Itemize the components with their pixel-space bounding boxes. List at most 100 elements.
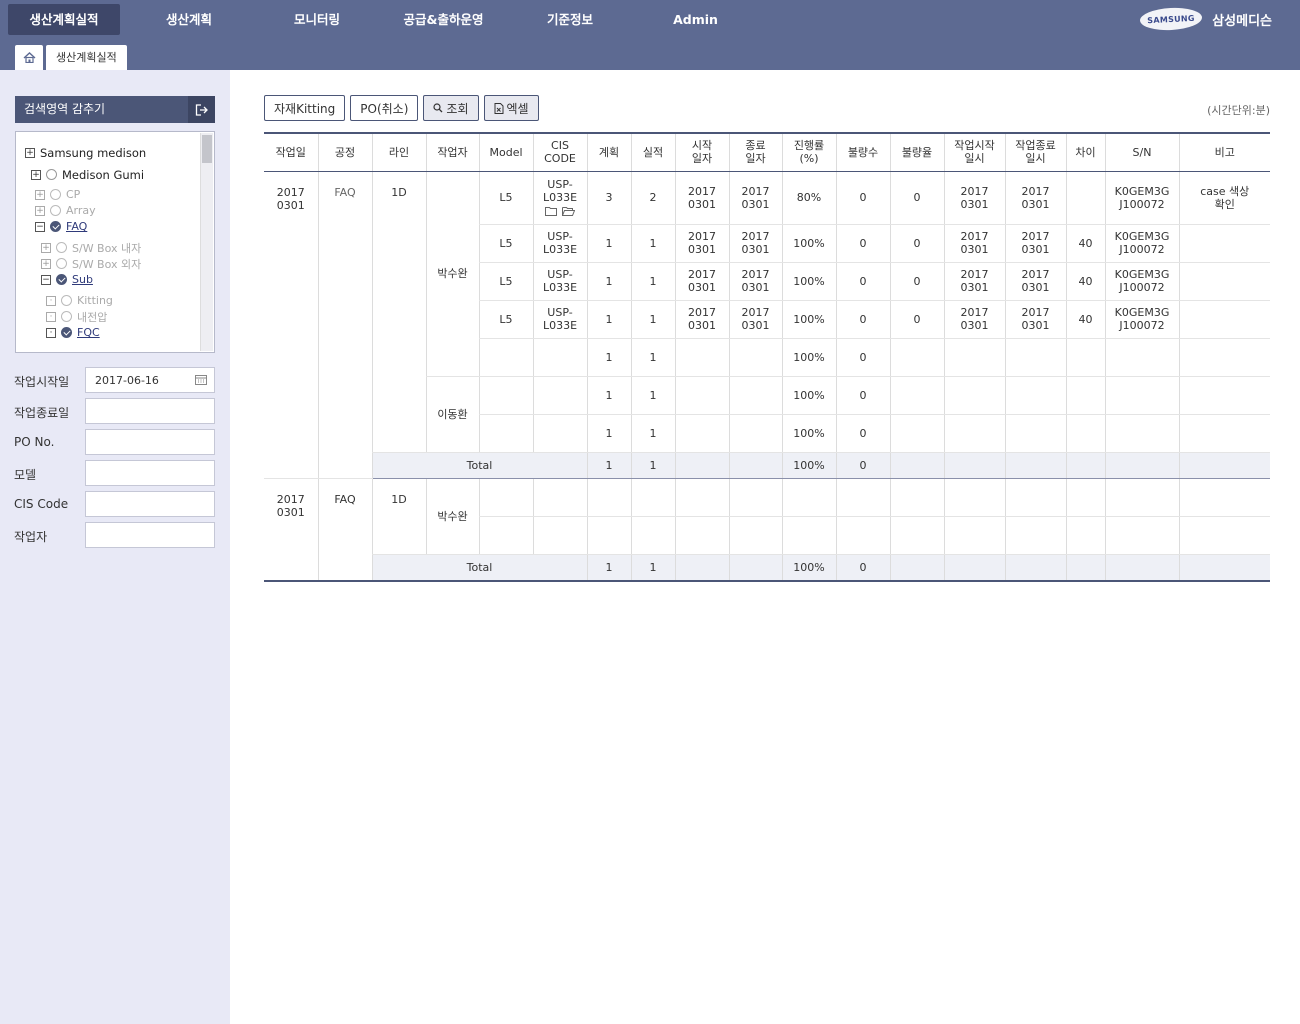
table-cell <box>728 478 782 517</box>
leaf-icon: · <box>46 295 56 306</box>
cell-work-start <box>943 376 1005 415</box>
radio-icon[interactable] <box>61 295 72 306</box>
nav-item-admin[interactable]: Admin <box>629 4 762 35</box>
check-icon[interactable] <box>56 274 67 285</box>
radio-icon[interactable] <box>56 258 67 269</box>
tree-node-samsung-medison[interactable]: + Samsung medison <box>25 145 146 160</box>
cell-defect-count: 0 <box>835 338 890 377</box>
check-icon[interactable] <box>50 221 61 232</box>
search-button[interactable]: 조회 <box>423 95 479 121</box>
radio-icon[interactable] <box>50 189 61 200</box>
cell-start: 2017 0301 <box>674 262 729 301</box>
col-header-work-date[interactable]: 작업일 <box>264 133 318 172</box>
table-row[interactable]: 2017 0301 FAQ 1D 박수완 <box>264 478 1270 582</box>
radio-icon[interactable] <box>61 311 72 322</box>
cell-diff <box>1065 414 1105 453</box>
tree-node-array[interactable]: + Array <box>35 203 96 218</box>
col-header-line[interactable]: 라인 <box>371 133 426 172</box>
po-field[interactable] <box>85 429 215 455</box>
cell-value: K0GEM3G J100072 <box>1114 184 1170 211</box>
col-header-work-start[interactable]: 작업시작 일시 <box>943 133 1005 172</box>
tree-node-faq[interactable]: − FAQ <box>35 219 87 234</box>
cell-value: 1 <box>605 426 613 440</box>
tree-node-sub[interactable]: − Sub <box>41 272 93 287</box>
table-cell <box>674 452 729 479</box>
folder-icon[interactable] <box>545 206 557 216</box>
cis-code-field[interactable] <box>85 491 215 517</box>
cell-value: 80% <box>796 191 822 204</box>
tree-scrollbar[interactable] <box>200 133 213 351</box>
tree-node-kitting[interactable]: · Kitting <box>46 293 113 308</box>
col-header-sn[interactable]: S/N <box>1104 133 1179 172</box>
check-icon[interactable] <box>61 327 72 338</box>
nav-item-production-plan[interactable]: 생산계획 <box>120 4 258 35</box>
calendar-icon[interactable] <box>195 374 207 385</box>
cell-work-end: 2017 0301 <box>1004 300 1066 339</box>
table-cell <box>1104 478 1179 517</box>
col-header-process[interactable]: 공정 <box>317 133 372 172</box>
nav-item-monitoring[interactable]: 모니터링 <box>258 4 376 35</box>
tree-node-fqc[interactable]: · FQC <box>46 325 100 340</box>
col-header-diff[interactable]: 차이 <box>1065 133 1105 172</box>
cell-sn: K0GEM3G J100072 <box>1104 171 1179 225</box>
col-header-start-date[interactable]: 시작 일자 <box>674 133 729 172</box>
expand-icon[interactable]: + <box>41 242 51 253</box>
cell-value: 100% <box>793 426 825 440</box>
expand-icon[interactable]: + <box>31 169 41 180</box>
col-header-note[interactable]: 비고 <box>1178 133 1270 172</box>
home-tab[interactable] <box>15 45 43 70</box>
nav-item-supply-shipping[interactable]: 공급&출하운영 <box>376 4 511 35</box>
table-cell <box>835 478 890 517</box>
nav-item-master-data[interactable]: 기준정보 <box>511 4 629 35</box>
col-header-cis-code[interactable]: CIS CODE <box>532 133 587 172</box>
table-row[interactable]: 2017 0301 FAQ 1D 박수완 L5 USP- L033E 3 2 2017 0301… <box>264 171 1270 479</box>
table-cell <box>586 516 631 555</box>
worker-field[interactable] <box>85 522 215 548</box>
collapse-icon[interactable]: − <box>41 274 51 285</box>
kitting-button[interactable]: 자재Kitting <box>264 95 346 121</box>
model-row: 모델 <box>14 460 215 486</box>
col-header-plan[interactable]: 계획 <box>586 133 631 172</box>
expand-icon[interactable]: + <box>25 147 35 158</box>
cell-model: L5 <box>478 300 533 339</box>
collapse-icon[interactable]: − <box>35 221 45 232</box>
radio-icon[interactable] <box>46 169 57 180</box>
end-date-field[interactable] <box>85 398 215 424</box>
col-header-progress[interactable]: 진행률 (%) <box>781 133 836 172</box>
tree-node-label: Sub <box>72 273 93 286</box>
col-header-end-date[interactable]: 종료 일자 <box>728 133 782 172</box>
tree-scrollbar-thumb[interactable] <box>202 135 212 163</box>
collapse-button[interactable] <box>188 96 215 123</box>
search-area-toggle[interactable]: 검색영역 감추기 <box>15 96 215 123</box>
cell-actual: 1 <box>630 376 675 415</box>
po-cancel-button[interactable]: PO(취소) <box>350 95 419 121</box>
expand-icon[interactable]: + <box>35 189 45 200</box>
cell-value: 1 <box>649 560 657 574</box>
tree-node-cp[interactable]: + CP <box>35 187 80 202</box>
tab-plan-results[interactable]: 생산계획실적 <box>46 45 127 70</box>
cell-value: 100% <box>793 312 825 326</box>
col-header-work-end[interactable]: 작업종료 일시 <box>1004 133 1066 172</box>
tree-node-sw-box-foreign[interactable]: + S/W Box 외자 <box>41 256 141 271</box>
table-header-row: 작업일 공정 라인 작업자 Model CIS CODE 계획 실적 시작 일자… <box>264 133 1270 172</box>
nav-item-plan-results[interactable]: 생산계획실적 <box>8 4 120 35</box>
radio-icon[interactable] <box>50 205 61 216</box>
tree-node-sw-box-domestic[interactable]: + S/W Box 내자 <box>41 240 141 255</box>
col-header-worker[interactable]: 작업자 <box>425 133 479 172</box>
cell-work-end <box>1004 376 1066 415</box>
excel-button[interactable]: 엑셀 <box>483 95 539 121</box>
radio-icon[interactable] <box>56 242 67 253</box>
tree-node-withstand-voltage[interactable]: · 내전압 <box>46 309 107 324</box>
cell-end: 2017 0301 <box>728 262 782 301</box>
expand-icon[interactable]: + <box>35 205 45 216</box>
col-header-actual[interactable]: 실적 <box>630 133 675 172</box>
col-header-defect-rate[interactable]: 불량율 <box>889 133 944 172</box>
expand-icon[interactable]: + <box>41 258 51 269</box>
model-field[interactable] <box>85 460 215 486</box>
col-header-defect-count[interactable]: 불량수 <box>835 133 890 172</box>
tree-node-medison-gumi[interactable]: + Medison Gumi <box>31 167 144 182</box>
open-folder-icon[interactable] <box>562 206 575 216</box>
cell-value: 2017 0301 <box>1021 268 1050 294</box>
col-header-model[interactable]: Model <box>478 133 533 172</box>
cell-cis: USP- L033E <box>532 171 587 225</box>
